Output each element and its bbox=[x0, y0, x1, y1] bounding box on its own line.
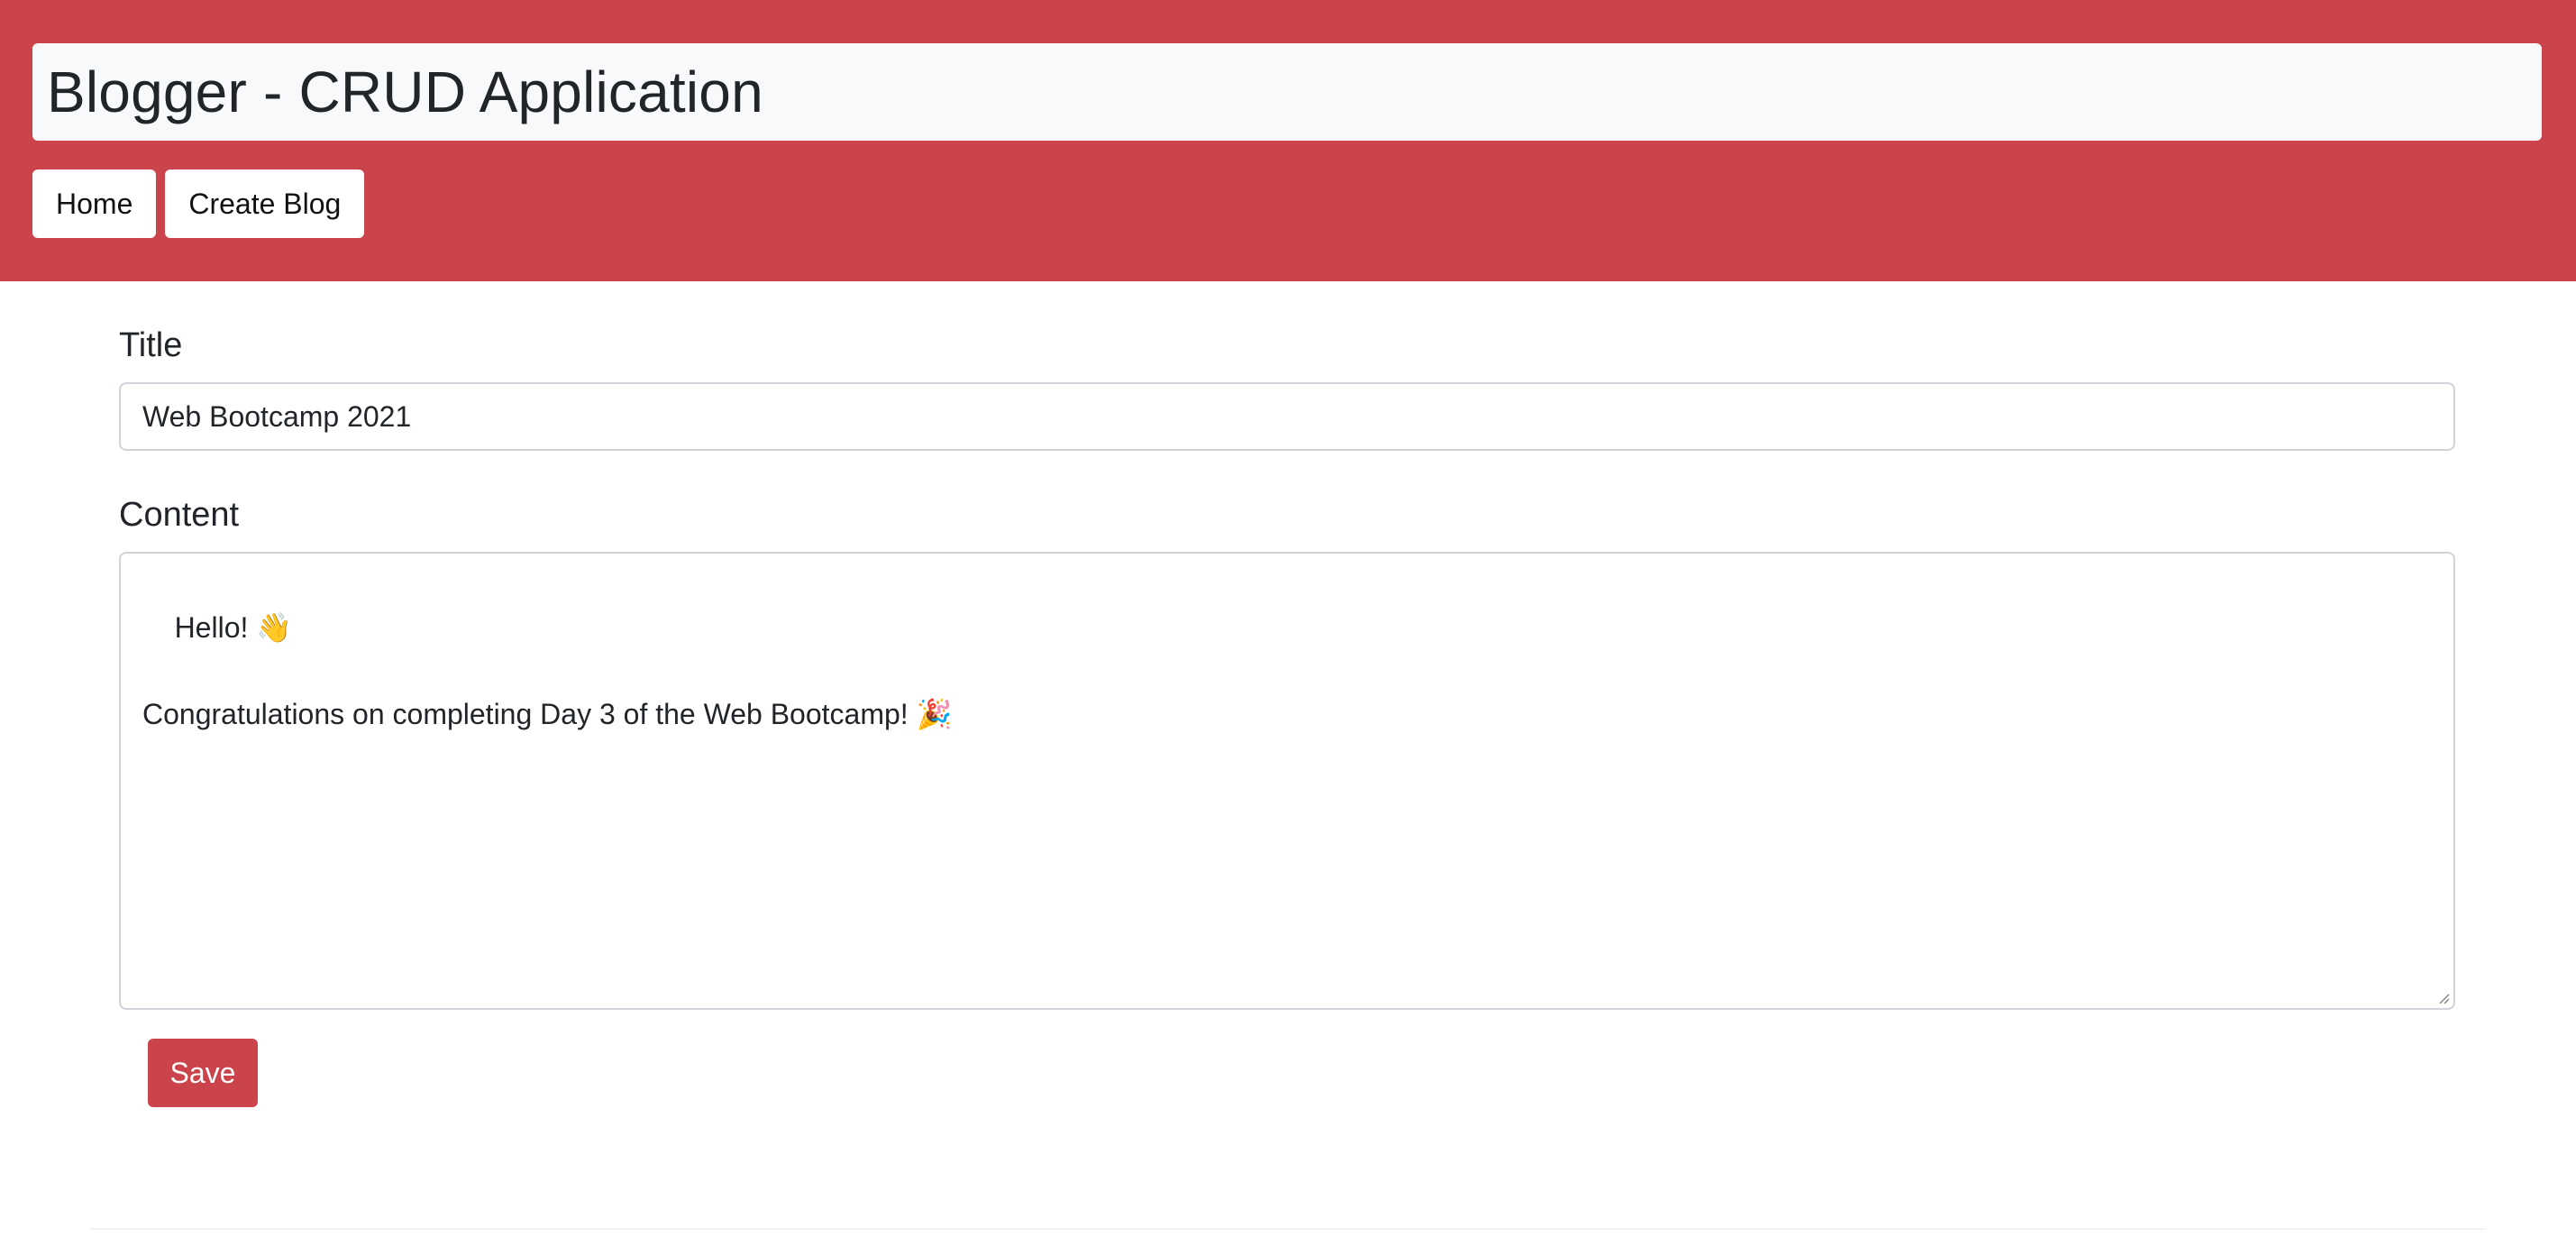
resize-handle-icon[interactable] bbox=[2437, 992, 2450, 1004]
title-label: Title bbox=[119, 326, 183, 364]
create-blog-button[interactable]: Create Blog bbox=[165, 170, 365, 238]
app-header: Blogger - CRUD Application Home Create B… bbox=[0, 0, 2576, 281]
content-text: Hello! 👋 Congratulations on completing D… bbox=[142, 611, 953, 730]
nav-bar: Home Create Blog bbox=[32, 170, 365, 238]
home-button[interactable]: Home bbox=[32, 170, 157, 238]
divider bbox=[90, 1228, 2486, 1230]
title-input[interactable] bbox=[119, 382, 2455, 451]
content-textarea[interactable]: Hello! 👋 Congratulations on completing D… bbox=[119, 552, 2455, 1010]
save-button[interactable]: Save bbox=[148, 1039, 258, 1107]
page-title: Blogger - CRUD Application bbox=[47, 60, 763, 124]
title-bar: Blogger - CRUD Application bbox=[32, 43, 2542, 141]
content-label: Content bbox=[119, 496, 240, 534]
